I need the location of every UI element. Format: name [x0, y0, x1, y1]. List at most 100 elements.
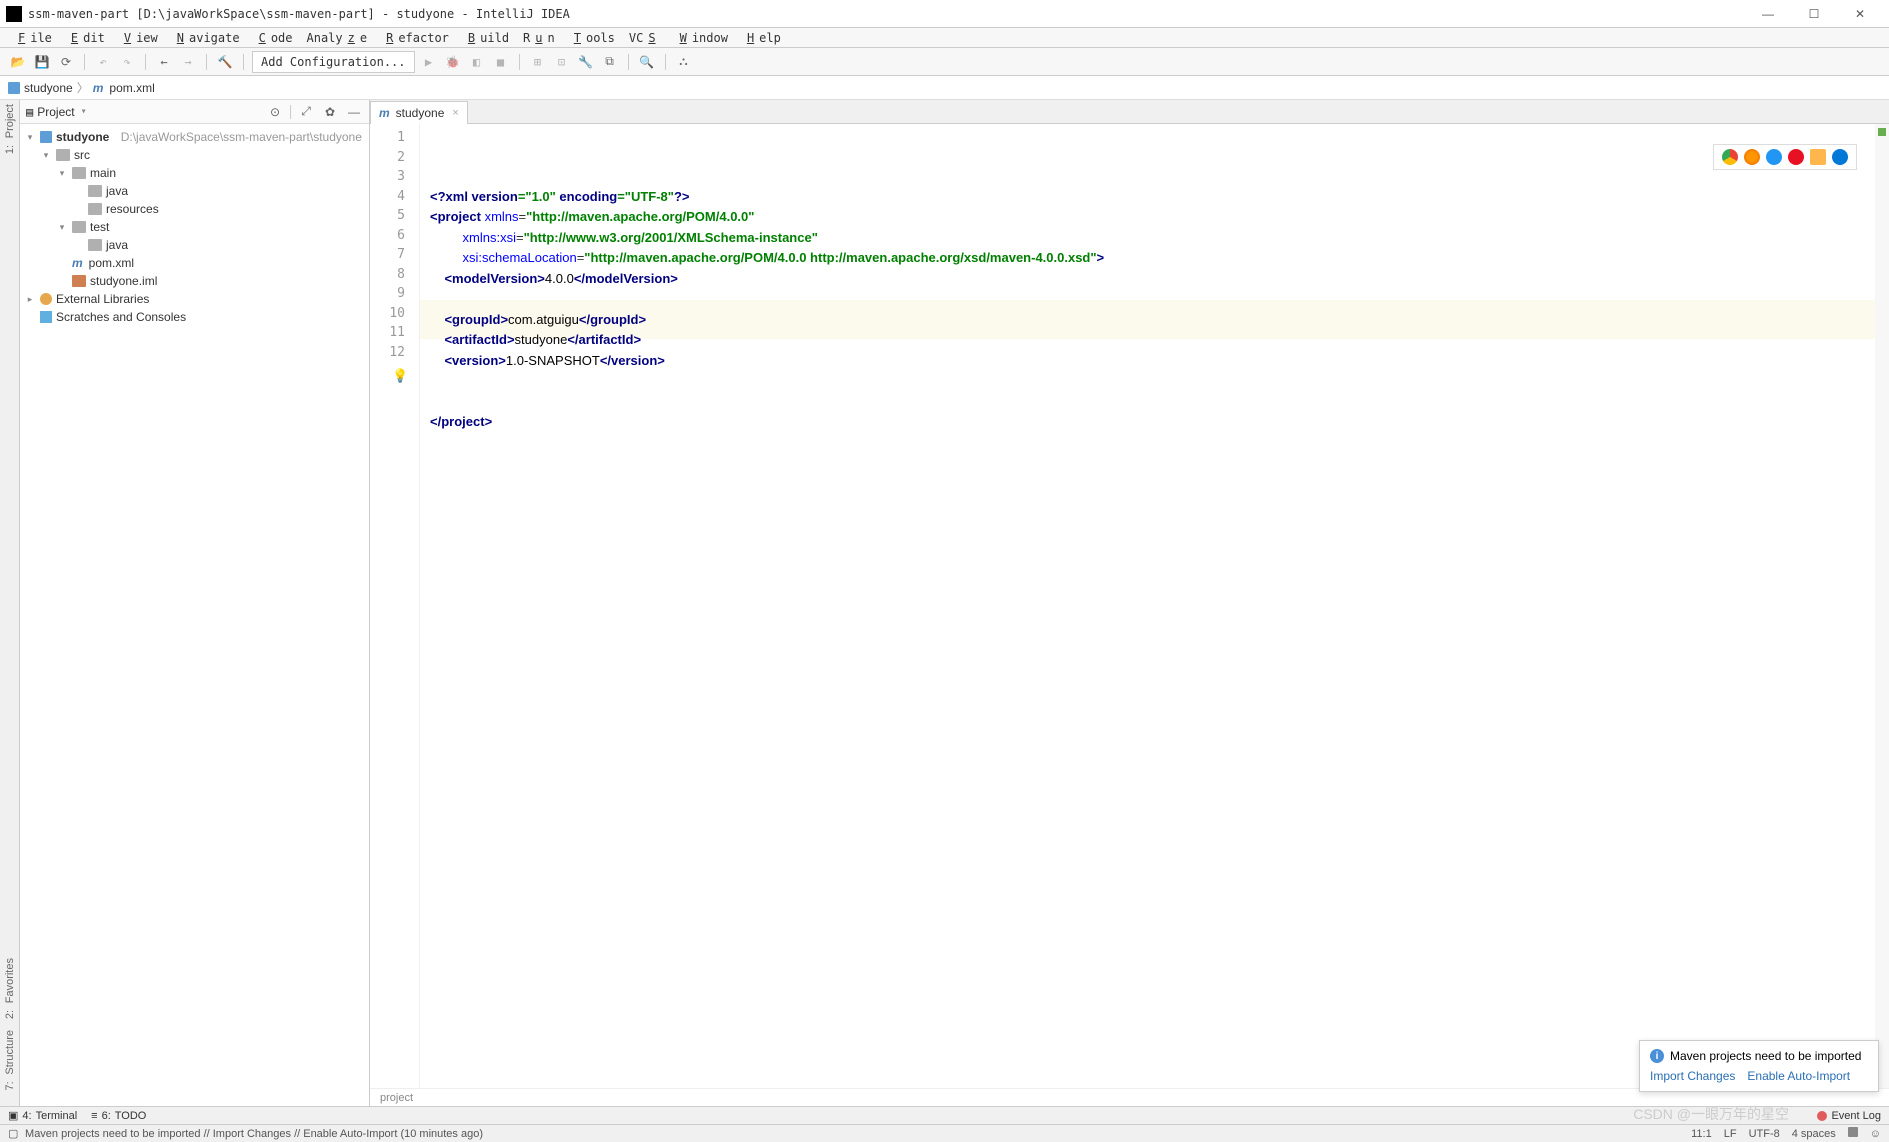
forward-icon[interactable]: → — [178, 52, 198, 72]
minimize-button[interactable]: — — [1745, 0, 1791, 28]
event-log-button[interactable]: Event Log — [1817, 1110, 1881, 1122]
status-widget-box-icon[interactable]: ▢ — [8, 1127, 18, 1140]
breadcrumb-separator: 〉 — [77, 79, 89, 96]
menu-window[interactable]: Window — [670, 31, 733, 45]
menu-code[interactable]: Code — [249, 31, 298, 45]
info-icon: i — [1650, 1049, 1664, 1063]
breadcrumb[interactable]: studyone — [8, 81, 73, 95]
menu-build[interactable]: Build — [458, 31, 514, 45]
redo-icon[interactable]: ↷ — [117, 52, 137, 72]
intention-bulb-icon[interactable]: 💡 — [392, 366, 406, 380]
chrome-icon[interactable] — [1722, 149, 1738, 165]
separator — [665, 54, 666, 70]
close-tab-icon[interactable]: × — [452, 107, 458, 119]
open-icon[interactable]: 📂 — [8, 52, 28, 72]
search-icon[interactable]: 🔍 — [637, 52, 657, 72]
tool-button-favorites[interactable]: 2: Favorites — [3, 958, 16, 1019]
layout-icon[interactable]: ⊞ — [528, 52, 548, 72]
tree-file-pom[interactable]: mpom.xml — [20, 254, 369, 272]
caret-position[interactable]: 11:1 — [1691, 1128, 1712, 1140]
separator — [206, 54, 207, 70]
back-icon[interactable]: ← — [154, 52, 174, 72]
editor-tabs: m studyone × — [370, 100, 1889, 124]
import-changes-link[interactable]: Import Changes — [1650, 1069, 1735, 1083]
close-button[interactable]: ✕ — [1837, 0, 1883, 28]
project-view-selector[interactable]: ▤ Project — [26, 105, 87, 119]
menu-refactor[interactable]: Refactor — [376, 31, 454, 45]
menu-help[interactable]: Help — [737, 31, 786, 45]
target-icon[interactable]: ⊙ — [266, 103, 284, 121]
project-tree[interactable]: ▾studyone D:\javaWorkSpace\ssm-maven-par… — [20, 124, 369, 1106]
analysis-pass-marker-icon — [1878, 128, 1886, 136]
editor-tab[interactable]: m studyone × — [370, 101, 468, 124]
opera-icon[interactable] — [1788, 149, 1804, 165]
menu-tools[interactable]: Tools — [564, 31, 620, 45]
stop-icon[interactable]: ■ — [491, 52, 511, 72]
menu-analyze[interactable]: Analyze — [302, 31, 373, 45]
yandex-icon[interactable] — [1810, 149, 1826, 165]
sync-icon[interactable]: ⟳ — [56, 52, 76, 72]
undo-icon[interactable]: ↶ — [93, 52, 113, 72]
separator — [84, 54, 85, 70]
editor-scrollbar[interactable] — [1875, 124, 1889, 1088]
project-structure-icon[interactable]: ⧉ — [600, 52, 620, 72]
left-tool-stripe: 1: Project 2: Favorites 7: Structure — [0, 100, 20, 1106]
collapse-all-icon[interactable]: ⤢ — [297, 103, 315, 121]
menu-file[interactable]: File — [8, 31, 57, 45]
todo-tool-button[interactable]: ≡ 6: TODO — [91, 1110, 146, 1122]
line-separator[interactable]: LF — [1724, 1128, 1737, 1140]
coverage-icon[interactable]: ◧ — [467, 52, 487, 72]
tool-button-structure[interactable]: 7: Structure — [3, 1030, 16, 1090]
readonly-lock-icon[interactable] — [1848, 1127, 1858, 1140]
title-bar: ssm-maven-part [D:\javaWorkSpace\ssm-mav… — [0, 0, 1889, 28]
menu-edit[interactable]: Edit — [61, 31, 110, 45]
hide-panel-icon[interactable]: — — [345, 103, 363, 121]
separator — [243, 54, 244, 70]
settings-gear-icon[interactable]: ✿ — [321, 103, 339, 121]
profile-icon[interactable]: ⊡ — [552, 52, 572, 72]
tree-folder-java[interactable]: java — [20, 182, 369, 200]
project-panel-header: ▤ Project ⊙ ⤢ ✿ — — [20, 100, 369, 124]
firefox-icon[interactable] — [1744, 149, 1760, 165]
indent-info[interactable]: 4 spaces — [1792, 1128, 1836, 1140]
hector-icon[interactable]: ☺ — [1870, 1128, 1881, 1140]
menu-vcs[interactable]: VCS — [624, 31, 666, 45]
tree-folder-test-java[interactable]: java — [20, 236, 369, 254]
safari-icon[interactable] — [1766, 149, 1782, 165]
maximize-button[interactable]: ☐ — [1791, 0, 1837, 28]
folder-icon — [72, 221, 86, 233]
separator — [145, 54, 146, 70]
menu-navigate[interactable]: Navigate — [167, 31, 245, 45]
tree-scratches[interactable]: Scratches and Consoles — [20, 308, 369, 326]
settings-icon[interactable]: 🔧 — [576, 52, 596, 72]
editor-area: m studyone × 123456789101112 <?xml versi… — [370, 100, 1889, 1106]
terminal-tool-button[interactable]: ▣ 4: Terminal — [8, 1109, 77, 1122]
separator — [290, 105, 291, 119]
build-icon[interactable]: 🔨 — [215, 52, 235, 72]
tree-folder-test[interactable]: ▾test — [20, 218, 369, 236]
filter-icon[interactable]: ⛬ — [674, 52, 694, 72]
separator — [519, 54, 520, 70]
line-number-gutter: 123456789101112 — [370, 124, 420, 1088]
breadcrumb[interactable]: m pom.xml — [93, 81, 155, 95]
tree-file-iml[interactable]: studyone.iml — [20, 272, 369, 290]
tree-folder-resources[interactable]: resources — [20, 200, 369, 218]
menu-view[interactable]: View — [114, 31, 163, 45]
tree-external-libraries[interactable]: ▸External Libraries — [20, 290, 369, 308]
enable-auto-import-link[interactable]: Enable Auto-Import — [1747, 1069, 1850, 1083]
tree-root[interactable]: ▾studyone D:\javaWorkSpace\ssm-maven-par… — [20, 128, 369, 146]
bottom-tool-stripe: ▣ 4: Terminal ≡ 6: TODO Event Log — [0, 1106, 1889, 1124]
menu-run[interactable]: Run — [518, 31, 560, 45]
tree-folder-src[interactable]: ▾src — [20, 146, 369, 164]
tool-button-project[interactable]: 1: Project — [3, 104, 16, 154]
tree-folder-main[interactable]: ▾main — [20, 164, 369, 182]
debug-icon[interactable]: 🐞 — [443, 52, 463, 72]
run-configuration-dropdown[interactable]: Add Configuration... — [252, 51, 415, 73]
edge-icon[interactable] — [1832, 149, 1848, 165]
code-content[interactable]: <?xml version="1.0" encoding="UTF-8"?> <… — [420, 124, 1889, 1088]
browser-preview-bar — [1713, 144, 1857, 170]
save-icon[interactable]: 💾 — [32, 52, 52, 72]
editor-body[interactable]: 123456789101112 <?xml version="1.0" enco… — [370, 124, 1889, 1088]
run-icon[interactable]: ▶ — [419, 52, 439, 72]
file-encoding[interactable]: UTF-8 — [1749, 1128, 1780, 1140]
